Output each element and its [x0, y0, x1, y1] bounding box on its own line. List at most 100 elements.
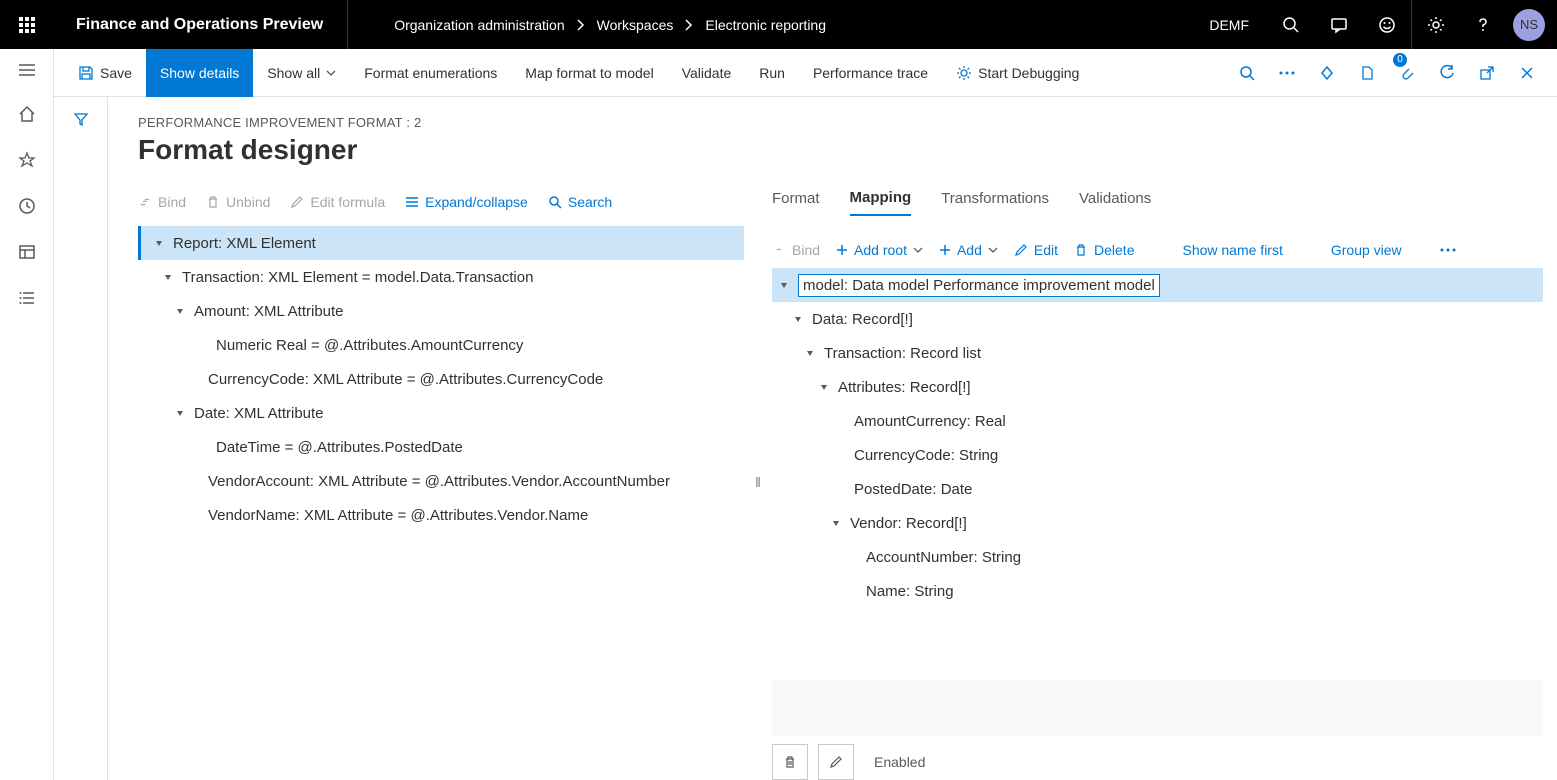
tab-format[interactable]: Format	[772, 190, 820, 215]
tab-mapping[interactable]: Mapping	[850, 189, 912, 216]
show-all-button[interactable]: Show all	[253, 49, 350, 97]
list-icon	[405, 196, 419, 208]
company-selector[interactable]: DEMF	[1191, 17, 1267, 33]
tree-node[interactable]: model: Data model Performance improvemen…	[772, 268, 1543, 302]
tree-node[interactable]: Numeric Real = @.Attributes.AmountCurren…	[138, 328, 744, 362]
tree-node-label: Amount: XML Attribute	[194, 303, 344, 320]
command-bar: Save Show details Show all Format enumer…	[54, 49, 1557, 97]
help-button[interactable]	[1459, 0, 1507, 49]
attachments-button[interactable]: 0	[1387, 49, 1427, 97]
tree-node-label: CurrencyCode: String	[854, 447, 998, 464]
page-icon	[1359, 65, 1375, 81]
group-view-button[interactable]: Group view	[1331, 242, 1402, 258]
tree-node[interactable]: Data: Record[!]	[772, 302, 1543, 336]
tab-transformations[interactable]: Transformations	[941, 190, 1049, 215]
caret-down-icon[interactable]	[151, 238, 167, 248]
performance-trace-button[interactable]: Performance trace	[799, 49, 942, 97]
tree-node[interactable]: Transaction: Record list	[772, 336, 1543, 370]
trash-icon	[206, 195, 220, 209]
nav-recent[interactable]	[18, 197, 36, 215]
tree-node[interactable]: Name: String	[772, 574, 1543, 608]
caret-down-icon[interactable]	[802, 348, 818, 358]
refresh-button[interactable]	[1427, 49, 1467, 97]
add-root-button[interactable]: Add root	[836, 242, 923, 258]
caret-down-icon[interactable]	[828, 518, 844, 528]
tree-node[interactable]: Transaction: XML Element = model.Data.Tr…	[138, 260, 744, 294]
tree-node[interactable]: Date: XML Attribute	[138, 396, 744, 430]
pane-splitter[interactable]: ‖	[754, 184, 762, 780]
tree-node-label: Report: XML Element	[173, 235, 316, 252]
map-format-button[interactable]: Map format to model	[511, 49, 667, 97]
caret-down-icon[interactable]	[172, 306, 188, 316]
format-enum-button[interactable]: Format enumerations	[350, 49, 511, 97]
tree-node[interactable]: Amount: XML Attribute	[138, 294, 744, 328]
run-button[interactable]: Run	[745, 49, 799, 97]
home-icon	[18, 105, 36, 123]
caret-down-icon[interactable]	[172, 408, 188, 418]
app-launcher-button[interactable]	[0, 0, 54, 49]
popout-button[interactable]	[1467, 49, 1507, 97]
header-actions: DEMF NS	[1191, 0, 1557, 49]
settings-button[interactable]	[1411, 0, 1459, 49]
show-name-first-button[interactable]: Show name first	[1182, 242, 1282, 258]
pin-button[interactable]	[1307, 49, 1347, 97]
edit-button[interactable]: Edit	[1014, 242, 1058, 258]
bind-button-right[interactable]: Bind	[772, 242, 820, 258]
search-cmd-button[interactable]	[1227, 49, 1267, 97]
nav-expand-button[interactable]	[18, 63, 36, 77]
tree-node[interactable]: AmountCurrency: Real	[772, 404, 1543, 438]
tree-node[interactable]: DateTime = @.Attributes.PostedDate	[138, 430, 744, 464]
nav-workspaces[interactable]	[18, 243, 36, 261]
user-avatar[interactable]: NS	[1513, 9, 1545, 41]
bind-button[interactable]: Bind	[138, 194, 186, 210]
popout-icon	[1479, 65, 1495, 81]
more-button[interactable]	[1267, 49, 1307, 97]
save-button[interactable]: Save	[64, 49, 146, 97]
add-button[interactable]: Add	[939, 242, 998, 258]
search-button[interactable]	[1267, 0, 1315, 49]
nav-modules[interactable]	[18, 289, 36, 307]
chevron-down-icon	[913, 247, 923, 253]
clock-icon	[18, 197, 36, 215]
breadcrumb-item[interactable]: Workspaces	[597, 17, 674, 33]
tree-node[interactable]: Attributes: Record[!]	[772, 370, 1543, 404]
tree-node[interactable]: Report: XML Element	[138, 226, 744, 260]
tab-validations[interactable]: Validations	[1079, 190, 1151, 215]
delete-binding-button[interactable]	[772, 744, 808, 780]
show-details-button[interactable]: Show details	[146, 49, 253, 97]
filter-button[interactable]	[73, 111, 89, 780]
options-button[interactable]	[1347, 49, 1387, 97]
nav-favorites[interactable]	[18, 151, 36, 169]
edit-formula-button[interactable]: Edit formula	[290, 194, 385, 210]
caret-down-icon[interactable]	[160, 272, 176, 282]
tree-node[interactable]: VendorAccount: XML Attribute = @.Attribu…	[138, 464, 744, 498]
feedback-button[interactable]	[1363, 0, 1411, 49]
smiley-icon	[1378, 16, 1396, 34]
search-icon	[1239, 65, 1255, 81]
caret-down-icon[interactable]	[816, 382, 832, 392]
more-mapping-button[interactable]	[1440, 248, 1456, 252]
nav-home[interactable]	[18, 105, 36, 123]
start-debugging-button[interactable]: Start Debugging	[942, 49, 1093, 97]
refresh-icon	[1439, 65, 1455, 81]
tree-node[interactable]: CurrencyCode: XML Attribute = @.Attribut…	[138, 362, 744, 396]
search-tree-button[interactable]: Search	[548, 194, 612, 210]
messages-button[interactable]	[1315, 0, 1363, 49]
breadcrumb-item[interactable]: Organization administration	[394, 17, 564, 33]
expand-collapse-button[interactable]: Expand/collapse	[405, 194, 528, 210]
tree-node[interactable]: AccountNumber: String	[772, 540, 1543, 574]
close-button[interactable]	[1507, 49, 1547, 97]
unbind-button[interactable]: Unbind	[206, 194, 270, 210]
tree-node[interactable]: Vendor: Record[!]	[772, 506, 1543, 540]
global-header: Finance and Operations Preview Organizat…	[0, 0, 1557, 49]
caret-down-icon[interactable]	[776, 280, 792, 290]
diamond-icon	[1319, 65, 1335, 81]
tree-node[interactable]: CurrencyCode: String	[772, 438, 1543, 472]
tree-node[interactable]: VendorName: XML Attribute = @.Attributes…	[138, 498, 744, 532]
tree-node[interactable]: PostedDate: Date	[772, 472, 1543, 506]
breadcrumb-item[interactable]: Electronic reporting	[705, 17, 826, 33]
caret-down-icon[interactable]	[790, 314, 806, 324]
delete-button[interactable]: Delete	[1074, 242, 1134, 258]
validate-button[interactable]: Validate	[668, 49, 746, 97]
edit-binding-button[interactable]	[818, 744, 854, 780]
